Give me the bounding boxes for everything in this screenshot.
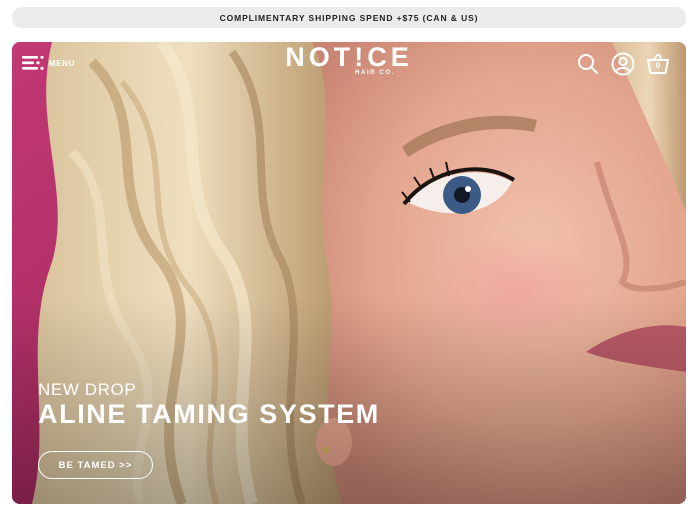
cart-count: 0 — [655, 61, 661, 70]
search-button[interactable] — [576, 52, 600, 76]
hero-eyebrow: NEW DROP — [38, 380, 137, 399]
announcement-bar: COMPLIMENTARY SHIPPING SPEND +$75 (CAN &… — [12, 7, 686, 28]
search-icon — [578, 54, 599, 75]
header-actions: 0 — [576, 52, 670, 76]
hero-image — [12, 42, 686, 504]
account-button[interactable] — [611, 52, 635, 76]
account-icon — [611, 52, 635, 76]
be-tamed-button[interactable]: BE TAMED >> — [38, 451, 153, 479]
announcement-text: COMPLIMENTARY SHIPPING SPEND +$75 (CAN &… — [219, 12, 479, 23]
hero-banner: MENU NOT!CE HAIR CO. 0 NEW DROP ALINE TA… — [12, 42, 686, 504]
cart-button[interactable]: 0 — [646, 52, 670, 76]
hero-headline: ALINE TAMING SYSTEM — [38, 399, 380, 429]
